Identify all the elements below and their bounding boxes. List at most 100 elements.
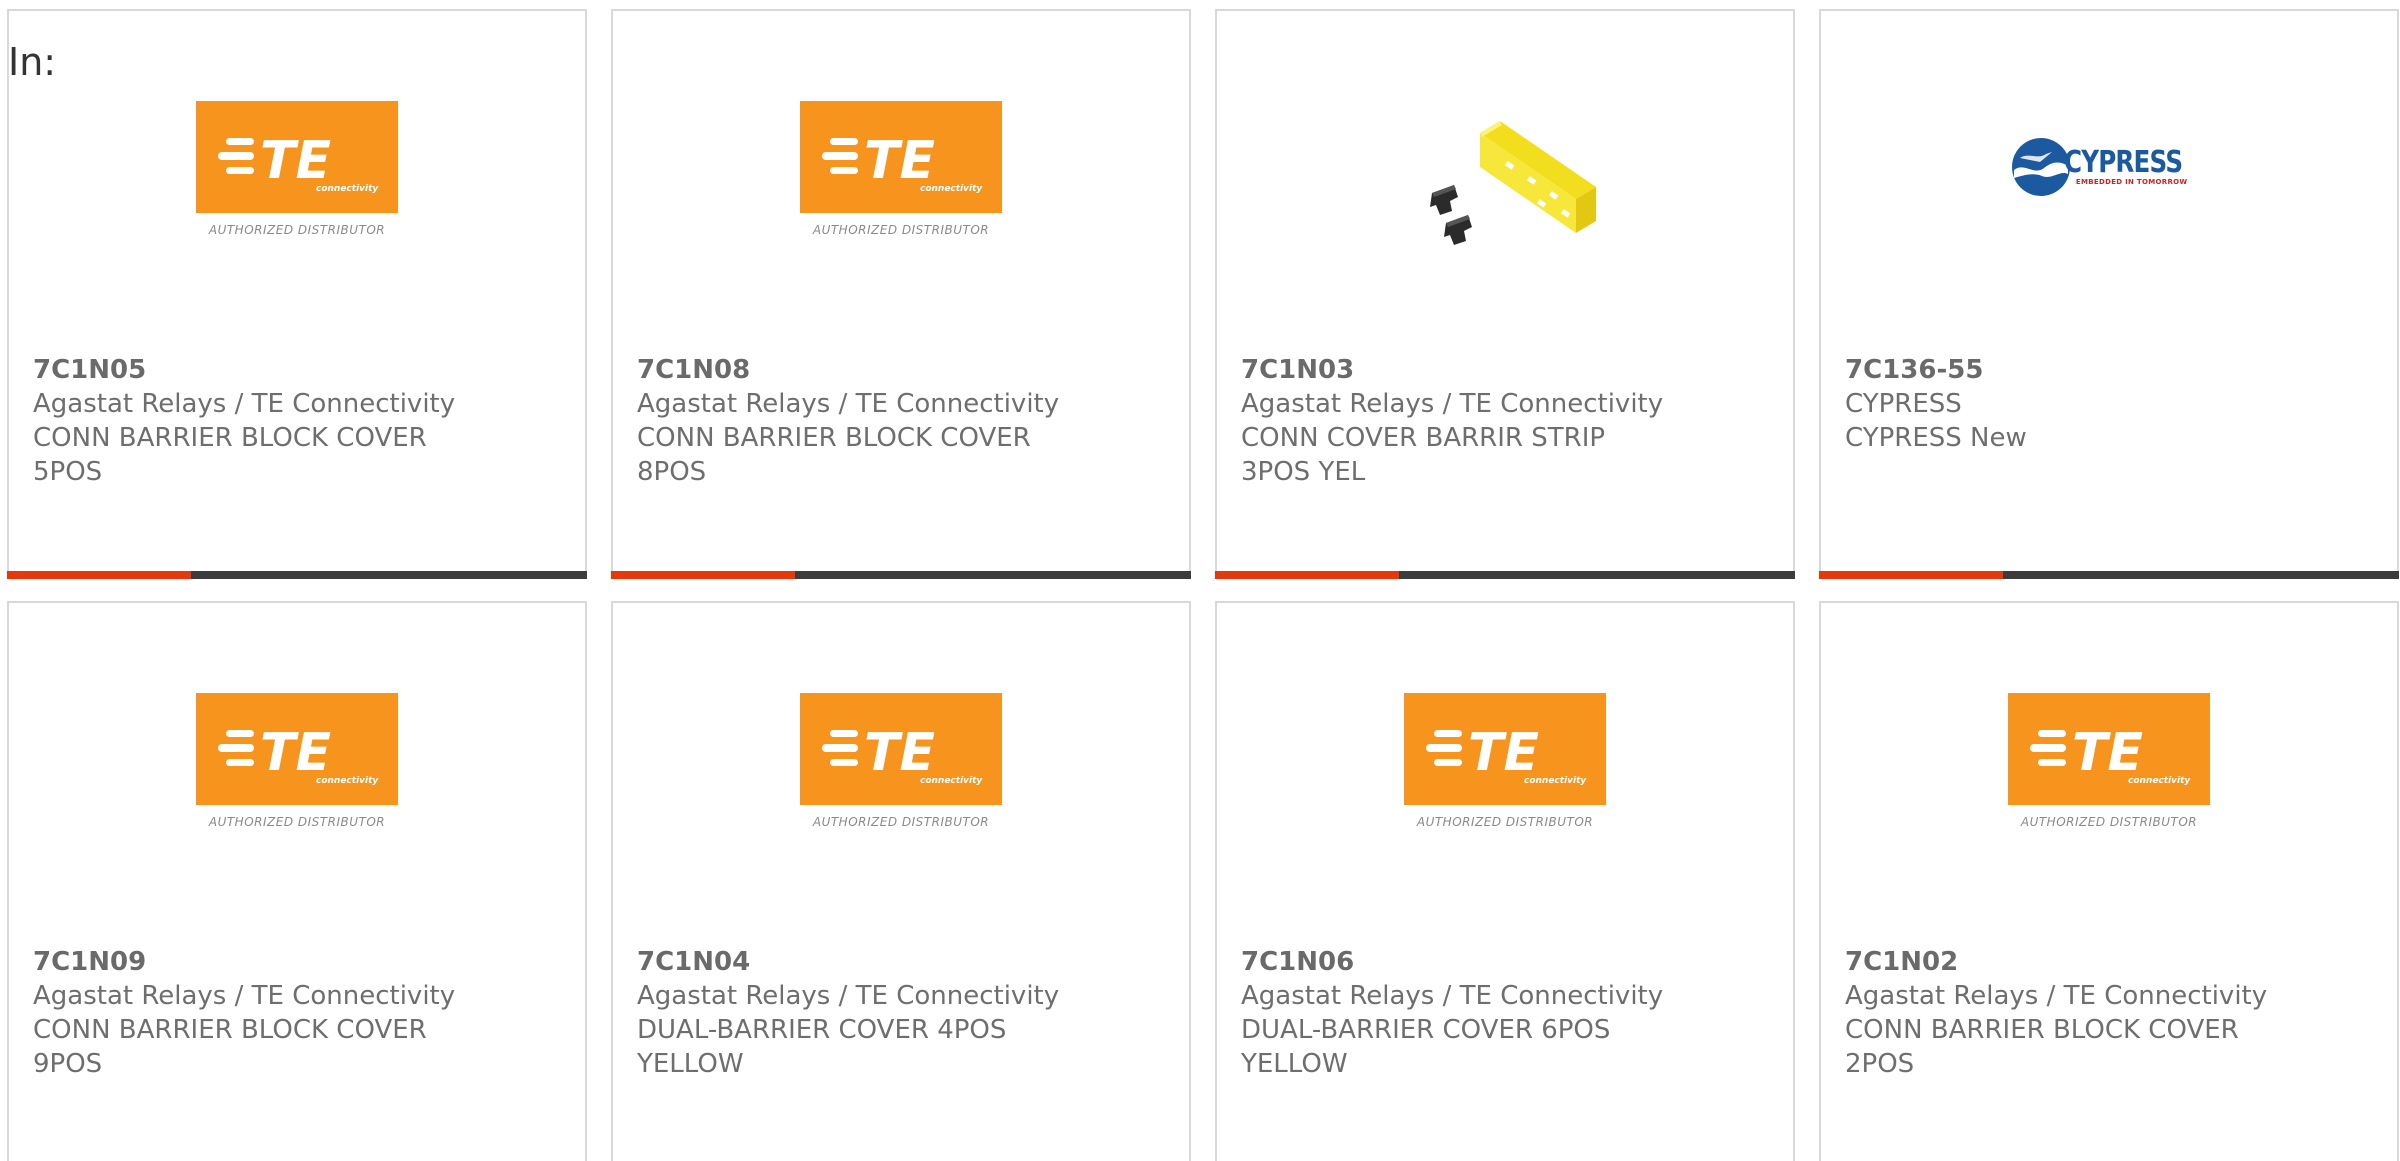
- product-description: CONN BARRIER BLOCK COVER: [33, 1015, 427, 1045]
- te-logo-tagline: AUTHORIZED DISTRIBUTOR: [812, 223, 990, 237]
- product-info: 7C136-55 CYPRESS CYPRESS New: [1845, 353, 2285, 455]
- te-logo-sub: connectivity: [920, 776, 983, 786]
- product-image[interactable]: [1217, 111, 1793, 281]
- product-info: 7C1N03 Agastat Relays / TE Connectivity CO…: [1241, 353, 1681, 489]
- te-logo-sub: connectivity: [316, 184, 379, 194]
- product-description: YELLOW: [637, 1049, 744, 1079]
- product-part-number[interactable]: 7C1N09: [33, 945, 473, 979]
- te-logo-mark: TE connectivity: [822, 131, 983, 194]
- product-part-number[interactable]: 7C1N06: [1241, 945, 1681, 979]
- card-footer-accent: [611, 571, 795, 579]
- te-logo-brand: TE: [260, 131, 331, 191]
- product-part-number[interactable]: 7C1N08: [637, 353, 1077, 387]
- product-info: 7C1N05 Agastat Relays / TE Connectivity CO…: [33, 353, 473, 489]
- te-logo-box: TE connectivity: [2008, 693, 2210, 805]
- product-part-number[interactable]: 7C1N03: [1241, 353, 1681, 387]
- product-description: 8POS: [637, 457, 707, 487]
- product-manufacturer: Agastat Relays / TE Connectivity: [1845, 981, 2268, 1011]
- te-logo-brand: TE: [2072, 723, 2143, 783]
- te-logo-brand: TE: [864, 723, 935, 783]
- te-connectivity-logo: TE connectivity AUTHORIZED DISTRIBUTOR: [196, 693, 398, 829]
- cypress-globe-icon: [2011, 138, 2070, 196]
- te-connectivity-logo: TE connectivity AUTHORIZED DISTRIBUTOR: [2008, 693, 2210, 829]
- product-description: DUAL-BARRIER COVER 6POS: [1241, 1015, 1611, 1045]
- product-image[interactable]: TE connectivity AUTHORIZED DISTRIBUTOR: [9, 693, 585, 863]
- product-image[interactable]: TE connectivity AUTHORIZED DISTRIBUTOR: [613, 693, 1189, 863]
- te-logo-sub: connectivity: [920, 184, 983, 194]
- product-part-number[interactable]: 7C136-55: [1845, 353, 2285, 387]
- product-part-number[interactable]: 7C1N04: [637, 945, 1077, 979]
- product-manufacturer: Agastat Relays / TE Connectivity: [33, 981, 456, 1011]
- card-footer-bar: [1819, 571, 2399, 579]
- te-logo-box: TE connectivity: [196, 101, 398, 213]
- product-manufacturer: CYPRESS: [1845, 389, 1962, 419]
- product-image[interactable]: TE connectivity AUTHORIZED DISTRIBUTOR: [9, 101, 585, 271]
- product-image[interactable]: CYPRESS EMBEDDED IN TOMORROW: [1821, 101, 2397, 271]
- cypress-logo: CYPRESS EMBEDDED IN TOMORROW: [2010, 136, 2208, 198]
- te-logo-sub: connectivity: [2128, 776, 2191, 786]
- card-footer-bar: [611, 571, 1191, 579]
- product-description: DUAL-BARRIER COVER 4POS: [637, 1015, 1007, 1045]
- product-description: 2POS: [1845, 1049, 1915, 1079]
- te-logo-tagline: AUTHORIZED DISTRIBUTOR: [2020, 815, 2198, 829]
- te-logo-tagline: AUTHORIZED DISTRIBUTOR: [208, 815, 386, 829]
- product-info: 7C1N04 Agastat Relays / TE Connectivity DU…: [637, 945, 1077, 1081]
- te-connectivity-logo: TE connectivity AUTHORIZED DISTRIBUTOR: [196, 101, 398, 237]
- product-manufacturer: Agastat Relays / TE Connectivity: [1241, 389, 1664, 419]
- product-info: 7C1N06 Agastat Relays / TE Connectivity DU…: [1241, 945, 1681, 1081]
- product-image[interactable]: TE connectivity AUTHORIZED DISTRIBUTOR: [613, 101, 1189, 271]
- product-description: 5POS: [33, 457, 103, 487]
- te-connectivity-logo: TE connectivity AUTHORIZED DISTRIBUTOR: [800, 101, 1002, 237]
- page: In: TE connectivity AUTHORIZED DISTRIBUT…: [0, 0, 2400, 1161]
- product-part-number[interactable]: 7C1N02: [1845, 945, 2285, 979]
- te-logo-sub: connectivity: [1524, 776, 1587, 786]
- te-logo-box: TE connectivity: [800, 101, 1002, 213]
- product-card[interactable]: TE connectivity AUTHORIZED DISTRIBUTOR 7…: [7, 601, 587, 1161]
- te-logo-tagline: AUTHORIZED DISTRIBUTOR: [812, 815, 990, 829]
- yellow-barrier-cover-image: [1410, 111, 1600, 265]
- product-card[interactable]: TE connectivity AUTHORIZED DISTRIBUTOR 7…: [7, 9, 587, 579]
- product-description: CONN BARRIER BLOCK COVER: [1845, 1015, 2239, 1045]
- te-logo-brand: TE: [1468, 723, 1539, 783]
- product-card[interactable]: TE connectivity AUTHORIZED DISTRIBUTOR 7…: [1215, 601, 1795, 1161]
- card-footer-bar: [7, 571, 587, 579]
- product-card[interactable]: TE connectivity AUTHORIZED DISTRIBUTOR 7…: [611, 9, 1191, 579]
- product-description: CONN BARRIER BLOCK COVER: [637, 423, 1031, 453]
- product-description: CONN BARRIER BLOCK COVER: [33, 423, 427, 453]
- te-connectivity-logo: TE connectivity AUTHORIZED DISTRIBUTOR: [800, 693, 1002, 829]
- product-info: 7C1N09 Agastat Relays / TE Connectivity CO…: [33, 945, 473, 1081]
- product-card[interactable]: CYPRESS EMBEDDED IN TOMORROW 7C136-55 CYP…: [1819, 9, 2399, 579]
- product-card[interactable]: TE connectivity AUTHORIZED DISTRIBUTOR 7…: [1819, 601, 2399, 1161]
- te-logo-box: TE connectivity: [800, 693, 1002, 805]
- product-description: 9POS: [33, 1049, 103, 1079]
- cypress-logo-brand: CYPRESS: [2063, 145, 2183, 180]
- product-card[interactable]: TE connectivity AUTHORIZED DISTRIBUTOR 7…: [611, 601, 1191, 1161]
- product-info: 7C1N08 Agastat Relays / TE Connectivity CO…: [637, 353, 1077, 489]
- te-logo-mark: TE connectivity: [2030, 723, 2191, 786]
- product-manufacturer: Agastat Relays / TE Connectivity: [637, 389, 1060, 419]
- card-footer-bar: [1215, 571, 1795, 579]
- te-logo-mark: TE connectivity: [1426, 723, 1587, 786]
- te-logo-brand: TE: [864, 131, 935, 191]
- product-grid: TE connectivity AUTHORIZED DISTRIBUTOR 7…: [7, 9, 2400, 1161]
- product-info: 7C1N02 Agastat Relays / TE Connectivity CO…: [1845, 945, 2285, 1081]
- product-image[interactable]: TE connectivity AUTHORIZED DISTRIBUTOR: [1217, 693, 1793, 863]
- product-manufacturer: Agastat Relays / TE Connectivity: [33, 389, 456, 419]
- in-label: In:: [8, 40, 57, 84]
- product-description: 3POS YEL: [1241, 457, 1366, 487]
- te-logo-box: TE connectivity: [1404, 693, 1606, 805]
- product-part-number[interactable]: 7C1N05: [33, 353, 473, 387]
- product-image[interactable]: TE connectivity AUTHORIZED DISTRIBUTOR: [1821, 693, 2397, 863]
- product-description: YELLOW: [1241, 1049, 1348, 1079]
- product-description: CYPRESS New: [1845, 423, 2027, 453]
- card-footer-accent: [1819, 571, 2003, 579]
- te-logo-tagline: AUTHORIZED DISTRIBUTOR: [208, 223, 386, 237]
- product-card[interactable]: 7C1N03 Agastat Relays / TE Connectivity CO…: [1215, 9, 1795, 579]
- te-logo-mark: TE connectivity: [218, 723, 379, 786]
- product-manufacturer: Agastat Relays / TE Connectivity: [1241, 981, 1664, 1011]
- yellow-barrier-cover-icon: [1430, 121, 1596, 245]
- te-logo-brand: TE: [260, 723, 331, 783]
- te-logo-box: TE connectivity: [196, 693, 398, 805]
- te-logo-mark: TE connectivity: [822, 723, 983, 786]
- te-logo-mark: TE connectivity: [218, 131, 379, 194]
